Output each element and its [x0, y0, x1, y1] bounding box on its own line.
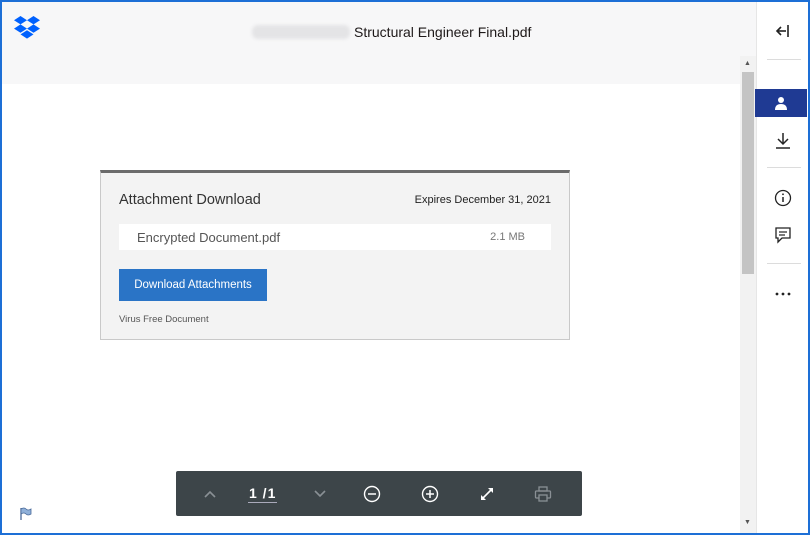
dropbox-logo[interactable] [14, 16, 40, 40]
file-size: 2.1 MB [490, 231, 525, 243]
document-viewer[interactable]: Attachment Download Expires December 31,… [2, 84, 740, 533]
zoom-in-icon[interactable] [417, 481, 443, 507]
chevron-down-icon[interactable] [307, 481, 333, 507]
info-icon[interactable] [757, 184, 808, 212]
attachment-card: Attachment Download Expires December 31,… [100, 170, 570, 340]
vertical-scrollbar[interactable]: ▲ ▼ [740, 56, 756, 533]
page-indicator[interactable]: 1 /1 [248, 485, 278, 503]
app-window: Structural Engineer Final.pdf Attachment… [0, 0, 810, 535]
file-name: Encrypted Document.pdf [137, 230, 281, 245]
collapse-arrow-icon[interactable] [757, 17, 808, 45]
header-bar: Structural Engineer Final.pdf [2, 2, 756, 84]
person-icon[interactable] [755, 89, 807, 117]
redacted-sender-name [252, 25, 350, 39]
download-attachments-button[interactable]: Download Attachments [119, 269, 267, 301]
download-icon[interactable] [757, 127, 808, 155]
viewer-toolbar: 1 /1 [176, 471, 582, 516]
scroll-up-icon[interactable]: ▲ [744, 60, 751, 67]
sidebar-divider [767, 263, 801, 264]
fullscreen-icon[interactable] [474, 481, 500, 507]
sidebar-divider [767, 167, 801, 168]
zoom-out-icon[interactable] [359, 481, 385, 507]
scroll-down-icon[interactable]: ▼ [744, 519, 751, 526]
file-row[interactable]: Encrypted Document.pdf 2.1 MB [119, 224, 551, 250]
sidebar-divider [767, 59, 801, 60]
comment-icon[interactable] [757, 221, 808, 249]
expiry-date: Expires December 31, 2021 [414, 194, 551, 206]
scrollbar-thumb[interactable] [742, 72, 754, 274]
attachment-title: Attachment Download [119, 192, 261, 208]
flag-icon[interactable] [19, 507, 33, 521]
document-title: Structural Engineer Final.pdf [354, 24, 532, 40]
more-icon[interactable] [757, 280, 808, 308]
chevron-up-icon[interactable] [197, 481, 223, 507]
right-sidebar [755, 2, 808, 533]
print-icon[interactable] [530, 481, 556, 507]
virus-free-note: Virus Free Document [119, 314, 209, 325]
